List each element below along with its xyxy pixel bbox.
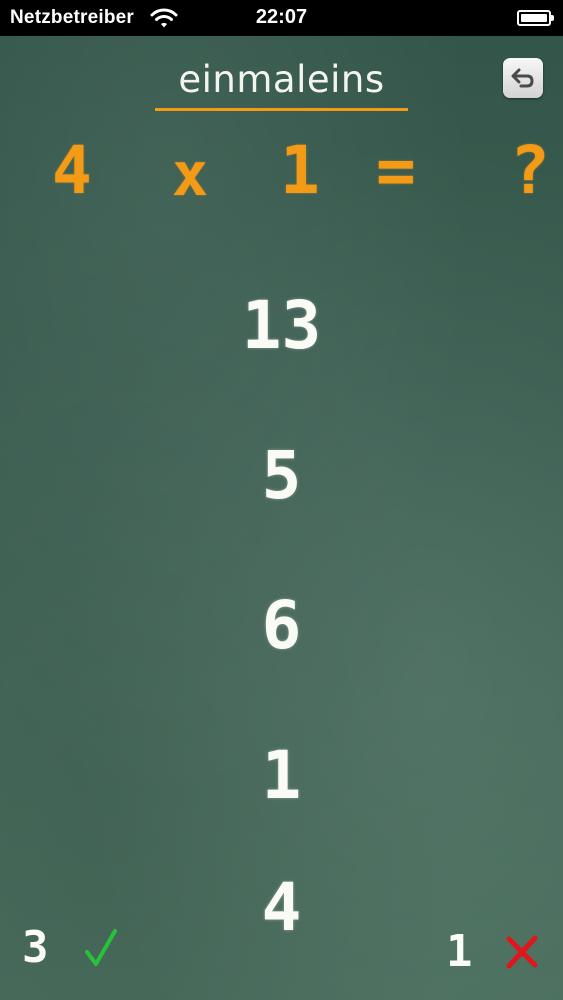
answer-option[interactable]: 13 [0,290,563,362]
check-icon [85,929,117,966]
factor-b: 1 [280,132,320,209]
battery-icon [517,10,554,26]
equals-sign: = [376,132,416,209]
undo-arrow-icon [511,68,534,88]
title-underline [155,108,408,111]
wrong-count: 1 [446,926,473,977]
multiply-operator: x [172,140,209,210]
factor-a: 4 [52,132,92,209]
correct-count: 3 [22,922,49,973]
answer-option[interactable]: 5 [0,440,563,512]
unknown-result: ? [510,132,550,209]
chalkboard: einmaleins 4 x 1 = ? 13 5 6 1 4 3 1 [0,36,563,1000]
status-time: 22:07 [255,6,308,28]
answer-option[interactable]: 6 [0,590,563,662]
answer-option[interactable]: 1 [0,740,563,812]
cross-icon [506,935,538,969]
status-bar: Netzbetreiber 22:07 [0,0,563,36]
app-title: einmaleins [178,58,385,101]
back-button[interactable] [503,58,543,98]
